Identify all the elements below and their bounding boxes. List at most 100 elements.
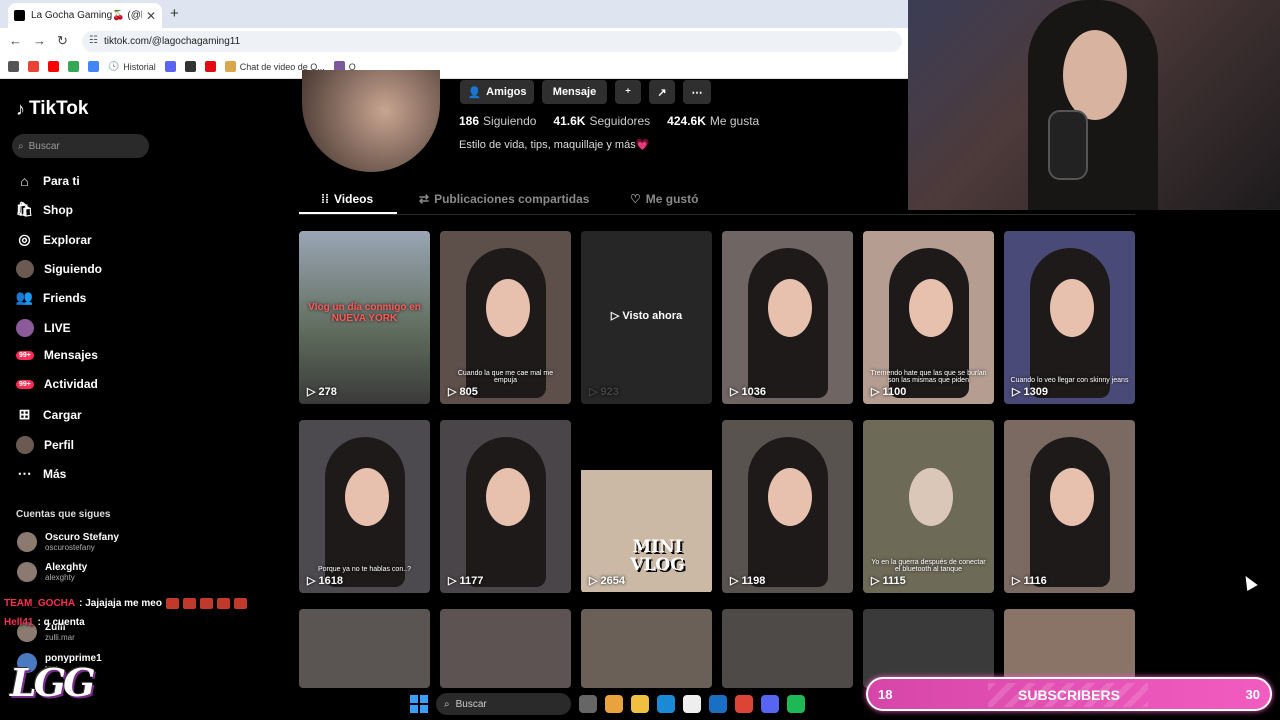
- view-count: ▷ 1036: [730, 385, 766, 399]
- video-thumbnail[interactable]: [440, 609, 571, 688]
- view-count: ▷ 1115: [871, 574, 906, 588]
- windows-start-icon[interactable]: [410, 695, 428, 713]
- stream-logo: LGG: [10, 660, 96, 705]
- forward-icon[interactable]: →: [33, 33, 46, 48]
- browser-tab[interactable]: La Gocha Gaming🍒 (@lagoch ✕: [8, 3, 162, 28]
- video-thumbnail[interactable]: ▷ 1177: [440, 420, 571, 593]
- mail-icon[interactable]: [709, 695, 727, 713]
- share-icon: ↗: [657, 86, 667, 99]
- thumbnail-face: [485, 279, 530, 338]
- emote-icon: [182, 598, 196, 609]
- sidebar-item-para-ti[interactable]: ⌂ Para ti: [16, 172, 79, 189]
- file-explorer-icon[interactable]: [631, 695, 649, 713]
- task-view-icon[interactable]: [579, 695, 597, 713]
- translate-icon[interactable]: [88, 61, 99, 72]
- sidebar-item-mas[interactable]: ⋯ Más: [16, 465, 67, 482]
- sidebar-item-perfil[interactable]: Perfil: [16, 436, 74, 454]
- gmail-icon[interactable]: [28, 61, 39, 72]
- sidebar-item-friends[interactable]: 👥 Friends: [15, 289, 87, 306]
- netflix-icon[interactable]: [204, 61, 216, 72]
- reload-icon[interactable]: ↻: [57, 33, 68, 49]
- message-button[interactable]: Mensaje: [542, 80, 607, 104]
- upload-icon: ⊞: [18, 406, 31, 422]
- video-thumbnail[interactable]: Yo en la guerra después de conectar el b…: [863, 420, 994, 593]
- home-icon: ⌂: [20, 172, 29, 189]
- following-account[interactable]: Oscuro Stefany oscurostefany: [17, 532, 119, 552]
- spotify-icon[interactable]: [787, 695, 805, 713]
- video-thumbnail[interactable]: Vlog un día conmigo en NUEVA YORK ▷ 278: [299, 231, 430, 404]
- avatar: [16, 436, 34, 454]
- sidebar-item-cargar[interactable]: ⊞ Cargar: [16, 406, 82, 423]
- microphone-icon: [1048, 110, 1088, 180]
- video-thumbnail[interactable]: ▷ Visto ahora ▷ 923: [581, 231, 712, 404]
- back-icon[interactable]: ←: [9, 33, 22, 48]
- chat-message: TEAM_GOCHA: Jajajaja me meo: [4, 598, 247, 609]
- store-icon[interactable]: [683, 695, 701, 713]
- sidebar-item-actividad[interactable]: 99+ Actividad: [16, 377, 98, 391]
- copilot-icon[interactable]: [605, 695, 623, 713]
- play-icon: ▷: [871, 386, 880, 398]
- sidebar-item-mensajes[interactable]: 99+ Mensajes: [16, 348, 98, 362]
- chrome-icon[interactable]: [735, 695, 753, 713]
- video-thumbnail[interactable]: [299, 609, 430, 688]
- video-thumbnail[interactable]: Cuando lo veo llegar con skinny jeans ▷ 1…: [1004, 231, 1135, 404]
- video-thumbnail[interactable]: MINI VLOG ▷ 2654: [581, 420, 712, 593]
- sidebar-item-shop[interactable]: 🛍 Shop: [16, 201, 73, 218]
- site-info-icon[interactable]: ☷: [89, 35, 98, 46]
- bookmark-history[interactable]: 🕓 Historial: [108, 61, 156, 72]
- friends-icon: 👥: [15, 289, 34, 305]
- video-thumbnail[interactable]: [722, 609, 853, 688]
- view-count: ▷ 1618: [307, 574, 343, 588]
- more-icon: ⋯: [17, 465, 32, 481]
- emote-icon: [165, 598, 179, 609]
- following-stat[interactable]: 186 Siguiendo: [459, 114, 536, 128]
- play-icon: ▷: [307, 386, 316, 398]
- url-field[interactable]: ☷ tiktok.com/@lagochagaming11: [82, 31, 902, 52]
- grid-icon: ⁞⁞: [321, 192, 329, 206]
- tiktok-favicon-icon: [14, 10, 25, 21]
- sidebar-item-siguiendo[interactable]: Siguiendo: [16, 260, 102, 278]
- following-section-title: Cuentas que sigues: [16, 509, 111, 520]
- taskbar-search[interactable]: ⌕ Buscar: [436, 693, 571, 715]
- compass-icon: ◎: [18, 231, 31, 247]
- view-count: ▷ 278: [307, 385, 337, 399]
- following-account[interactable]: Alexghty alexghty: [17, 562, 87, 582]
- more-options-button[interactable]: ⋯: [683, 80, 711, 104]
- chat-message: Hell41: q cuenta: [4, 617, 85, 628]
- discord-icon[interactable]: [761, 695, 779, 713]
- watched-overlay: ▷ Visto ahora: [610, 310, 683, 322]
- likes-stat: 424.6K Me gusta: [667, 114, 760, 128]
- share-button[interactable]: ↗: [649, 80, 675, 104]
- github-icon[interactable]: [184, 61, 196, 72]
- add-friend-button[interactable]: ⁺: [615, 80, 641, 104]
- edge-icon[interactable]: [657, 695, 675, 713]
- video-thumbnail[interactable]: ▷ 1036: [722, 231, 853, 404]
- discord-icon[interactable]: [164, 61, 176, 72]
- video-thumbnail[interactable]: Porque ya no te hablas con..? ▷ 1618: [299, 420, 430, 593]
- video-thumbnail[interactable]: [581, 609, 712, 688]
- new-tab-icon[interactable]: +: [170, 5, 179, 22]
- tab-liked[interactable]: ♡ Me gustó: [630, 192, 698, 206]
- search-input[interactable]: ⌕ Buscar: [12, 134, 149, 158]
- video-thumbnail[interactable]: Tremendo hate que las que se burlan son …: [863, 231, 994, 404]
- maps-icon[interactable]: [68, 61, 79, 72]
- close-tab-icon[interactable]: ✕: [146, 9, 156, 23]
- friends-button[interactable]: 👤 Amigos: [460, 80, 534, 104]
- view-count: ▷ 1309: [1012, 385, 1048, 399]
- video-thumbnail[interactable]: Cuando la que me cae mal me empuja ▷ 805: [440, 231, 571, 404]
- youtube-icon[interactable]: [48, 61, 59, 72]
- followers-stat[interactable]: 41.6K Seguidores: [553, 114, 650, 128]
- video-thumbnail[interactable]: ▷ 1198: [722, 420, 853, 593]
- play-icon: ▷: [1012, 575, 1021, 587]
- play-icon: ▷: [1012, 386, 1021, 398]
- tab-shared-posts[interactable]: ⇄ Publicaciones compartidas: [419, 192, 589, 206]
- streamer-face: [1063, 30, 1127, 120]
- tab-videos[interactable]: ⁞⁞ Videos: [321, 192, 373, 206]
- video-thumbnail[interactable]: ▷ 1116: [1004, 420, 1135, 593]
- tab-title: La Gocha Gaming🍒 (@lagoch: [31, 10, 142, 21]
- tiktok-logo[interactable]: ♪ TikTok: [16, 98, 88, 120]
- apps-icon[interactable]: [8, 61, 19, 72]
- heart-icon: ♡: [630, 192, 641, 206]
- sidebar-item-live[interactable]: LIVE: [16, 319, 71, 337]
- sidebar-item-explorar[interactable]: ◎ Explorar: [16, 231, 91, 248]
